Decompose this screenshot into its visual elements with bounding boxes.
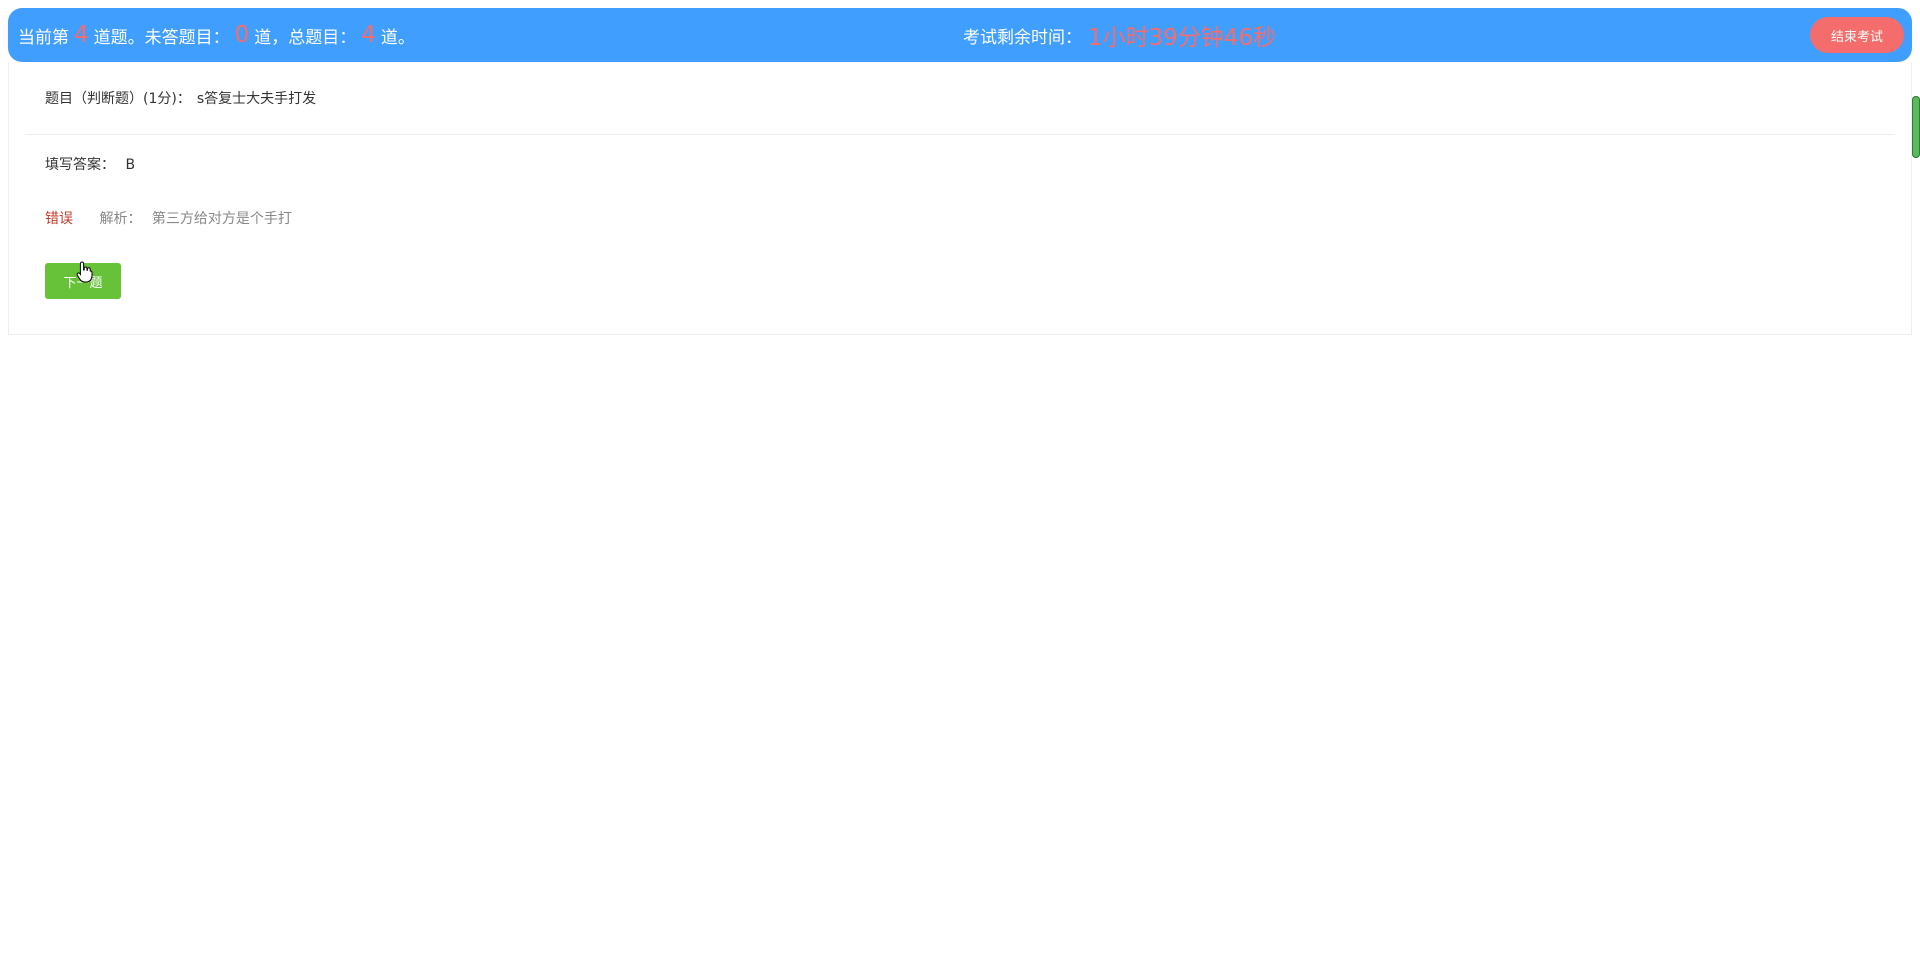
total-suffix: 道。: [380, 27, 415, 48]
time-remaining-value: 1小时39分钟46秒: [1088, 25, 1277, 51]
question-label: 题目（判断题）(1分)：: [45, 91, 191, 107]
current-suffix: 道题。未答题目：: [93, 27, 230, 48]
scrollbar-thumb[interactable]: [1912, 96, 1920, 158]
hand-cursor-icon: [76, 261, 93, 283]
exam-timer: 考试剩余时间： 1小时39分钟46秒: [963, 8, 1276, 62]
answer-value: B: [125, 157, 136, 173]
question-progress: 当前第 4 道题。未答题目： 0 道，总题目： 4 道。: [18, 8, 415, 62]
time-remaining-label: 考试剩余时间：: [963, 27, 1082, 48]
current-prefix: 当前第: [18, 27, 69, 48]
exam-status-bar: 当前第 4 道题。未答题目： 0 道，总题目： 4 道。 考试剩余时间： 1小时…: [8, 8, 1912, 62]
analysis-text: 第三方给对方是个手打: [151, 211, 292, 227]
answer-row: 填写答案： B: [45, 154, 135, 174]
question-text: s答复士大夫手打发: [196, 91, 317, 107]
answer-label: 填写答案：: [45, 157, 115, 173]
total-question-count: 4: [361, 22, 376, 48]
analysis-label: 解析：: [99, 211, 142, 227]
question-row: 题目（判断题）(1分)： s答复士大夫手打发: [25, 62, 1895, 135]
result-row: 错误 解析： 第三方给对方是个手打: [45, 208, 292, 228]
question-card: 题目（判断题）(1分)： s答复士大夫手打发 填写答案： B 错误 解析： 第三…: [8, 62, 1912, 335]
current-question-number: 4: [74, 22, 89, 48]
end-exam-button[interactable]: 结束考试: [1810, 17, 1904, 53]
result-status: 错误: [45, 211, 73, 227]
unanswered-count: 0: [234, 22, 250, 48]
unanswered-suffix: 道，总题目：: [254, 27, 357, 48]
